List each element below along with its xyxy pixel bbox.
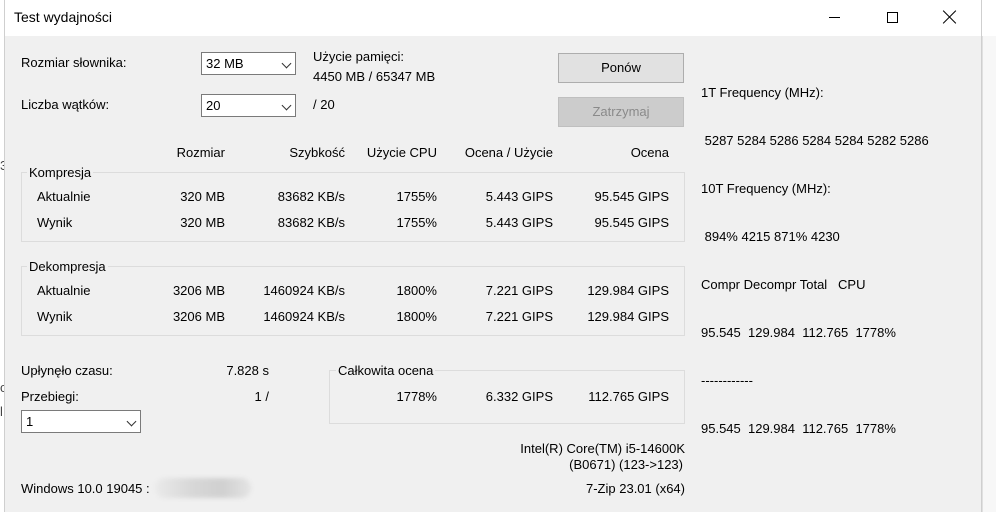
cell-speed: 1460924 KB/s <box>263 283 345 298</box>
total-rating: 112.765 GIPS <box>588 389 669 404</box>
os-version: Windows 10.0 19045 : <box>21 481 150 496</box>
decompression-group-label: Dekompresja <box>27 259 108 274</box>
memory-usage-label: Użycie pamięci: <box>313 49 405 64</box>
freq-line: 95.545 129.984 112.765 1778% <box>701 421 896 436</box>
cpu-id: (B0671) (123->123) <box>569 457 683 472</box>
cell-rating: 129.984 GIPS <box>587 283 669 298</box>
threads-value: 20 <box>206 98 221 113</box>
row-label: Aktualnie <box>37 189 91 204</box>
row-label: Aktualnie <box>37 283 91 298</box>
cell-rating-usage: 5.443 GIPS <box>485 189 553 204</box>
chevron-down-icon <box>281 100 292 111</box>
cell-size: 320 MB <box>180 189 225 204</box>
passes-select[interactable]: 1 <box>21 410 141 433</box>
stop-button[interactable]: Zatrzymaj <box>558 97 684 127</box>
elapsed-time-value: 7.828 s <box>226 363 269 378</box>
cell-rating: 95.545 GIPS <box>594 189 669 204</box>
cell-cpu: 1800% <box>396 283 437 298</box>
freq-line: 5287 5284 5286 5284 5284 5282 5286 <box>701 133 929 148</box>
compression-group-label: Kompresja <box>27 165 94 180</box>
column-header-size: Rozmiar <box>176 145 225 160</box>
compression-group <box>21 172 685 242</box>
column-header-rating: Ocena <box>630 145 669 160</box>
cell-rating-usage: 7.221 GIPS <box>485 283 553 298</box>
cell-speed: 83682 KB/s <box>277 215 345 230</box>
freq-line: 95.545 129.984 112.765 1778% <box>701 325 896 340</box>
window-title: Test wydajności <box>14 9 113 25</box>
cell-cpu: 1755% <box>396 189 437 204</box>
freq-line: 894% 4215 871% 4230 <box>701 229 840 244</box>
freq-line: Compr Decompr Total CPU <box>701 277 866 292</box>
chevron-down-icon <box>281 58 292 69</box>
title-bar[interactable]: Test wydajności <box>5 0 981 36</box>
close-icon <box>943 10 957 24</box>
dictionary-size-select[interactable]: 32 MB <box>201 52 296 75</box>
total-rating-label: Całkowita ocena <box>336 363 436 378</box>
passes-label: Przebiegi: <box>21 389 79 404</box>
decompression-group <box>21 266 685 336</box>
cell-rating-usage: 7.221 GIPS <box>485 309 553 324</box>
cell-rating-usage: 5.443 GIPS <box>485 215 553 230</box>
elapsed-time-label: Upłynęło czasu: <box>21 363 113 378</box>
cell-size: 3206 MB <box>172 283 225 298</box>
frequency-info-panel: 1T Frequency (MHz): 5287 5284 5286 5284 … <box>701 53 929 469</box>
freq-line: 10T Frequency (MHz): <box>701 181 831 196</box>
cell-size: 3206 MB <box>172 309 225 324</box>
total-cpu: 1778% <box>396 389 437 404</box>
cell-speed: 1460924 KB/s <box>263 309 345 324</box>
minimize-button[interactable] <box>811 0 857 34</box>
cell-cpu: 1755% <box>396 215 437 230</box>
cell-cpu: 1800% <box>396 309 437 324</box>
threads-total: / 20 <box>313 97 335 112</box>
passes-value: 1 / <box>254 389 269 404</box>
dictionary-size-label: Rozmiar słownika: <box>21 55 127 70</box>
cell-rating: 95.545 GIPS <box>594 215 669 230</box>
redacted-blur <box>155 478 251 498</box>
app-version: 7-Zip 23.01 (x64) <box>586 481 685 496</box>
freq-line: 1T Frequency (MHz): <box>701 85 824 100</box>
passes-select-value: 1 <box>26 414 34 429</box>
total-rating-usage: 6.332 GIPS <box>485 389 553 404</box>
minimize-icon <box>828 16 840 18</box>
maximize-icon <box>886 11 898 23</box>
memory-usage-value: 4450 MB / 65347 MB <box>313 69 436 84</box>
freq-line: ------------ <box>701 373 753 388</box>
row-label: Wynik <box>37 215 73 230</box>
threads-select[interactable]: 20 <box>201 94 296 117</box>
background-window-text: l <box>0 404 3 419</box>
cell-rating: 129.984 GIPS <box>587 309 669 324</box>
cpu-name: Intel(R) Core(TM) i5-14600K <box>520 441 685 456</box>
restart-button[interactable]: Ponów <box>558 53 684 83</box>
threads-label: Liczba wątków: <box>21 97 110 112</box>
dictionary-size-value: 32 MB <box>206 56 244 71</box>
benchmark-window: Test wydajności Rozmiar słownika: 32 MB … <box>4 0 982 512</box>
row-label: Wynik <box>37 309 73 324</box>
chevron-down-icon <box>126 416 137 427</box>
maximize-button[interactable] <box>869 0 915 34</box>
close-button[interactable] <box>927 0 973 34</box>
column-header-speed: Szybkość <box>289 145 345 160</box>
background-window-edge <box>982 36 996 512</box>
cell-speed: 83682 KB/s <box>277 189 345 204</box>
column-header-rating-usage: Ocena / Użycie <box>464 145 553 160</box>
cell-size: 320 MB <box>180 215 225 230</box>
column-header-cpu: Użycie CPU <box>366 145 437 160</box>
